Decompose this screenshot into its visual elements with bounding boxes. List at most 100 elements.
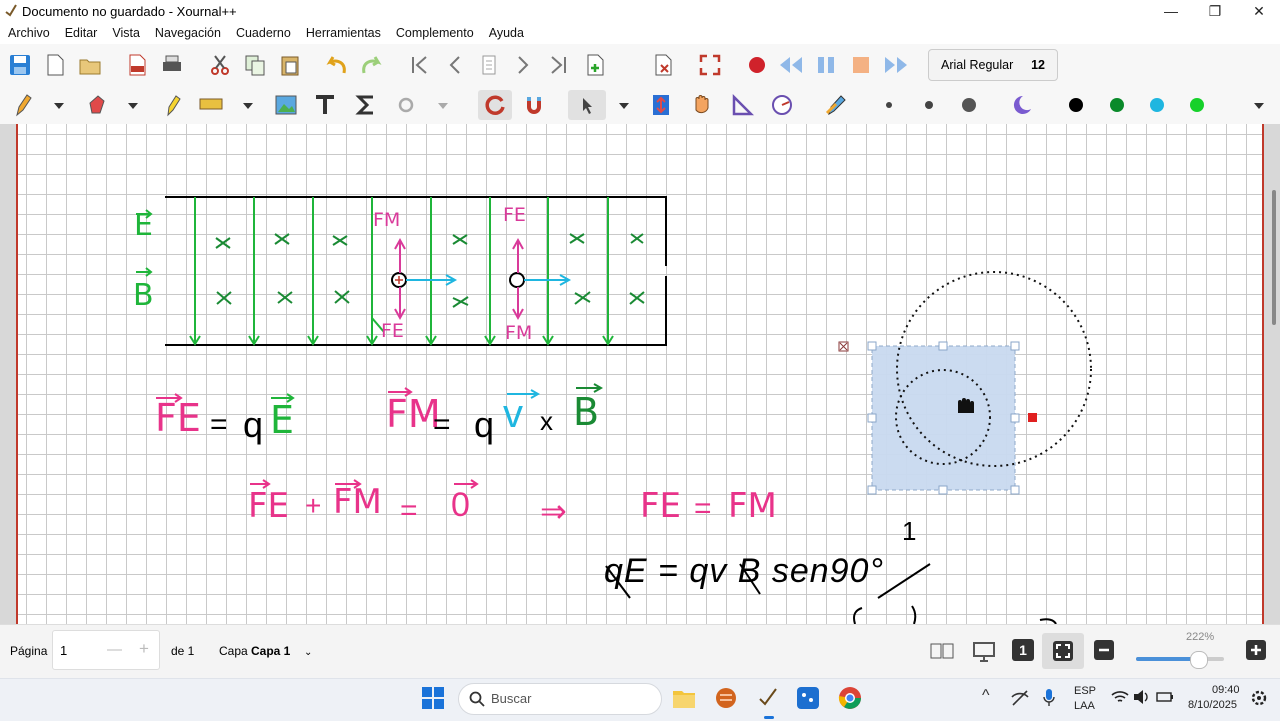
- compass-icon[interactable]: [769, 92, 795, 118]
- first-page-icon[interactable]: [407, 52, 433, 78]
- microphone-icon[interactable]: [1042, 688, 1056, 708]
- page-decrement-button[interactable]: —: [107, 641, 122, 658]
- chevron-down-icon[interactable]: [438, 103, 448, 109]
- size-thick-icon[interactable]: [956, 92, 982, 118]
- vertical-scrollbar[interactable]: [1272, 190, 1276, 325]
- page-number-input[interactable]: 1 — +: [52, 630, 160, 670]
- document-canvas[interactable]: E B FM FE FE FM FE = q E FM = q v x B FE…: [0, 124, 1280, 624]
- menu-archivo[interactable]: Archivo: [8, 26, 50, 40]
- xournal-taskbar-icon[interactable]: [756, 685, 780, 711]
- zoom-slider[interactable]: [1136, 657, 1224, 661]
- print-icon[interactable]: [159, 52, 185, 78]
- volume-icon[interactable]: [1133, 689, 1151, 705]
- dual-page-icon[interactable]: [930, 641, 954, 661]
- color-cyan-icon[interactable]: [1144, 92, 1170, 118]
- chevron-down-icon[interactable]: ⌄: [304, 647, 312, 658]
- presentation-icon[interactable]: [972, 639, 996, 663]
- ruler-icon[interactable]: [198, 92, 224, 118]
- menu-ayuda[interactable]: Ayuda: [489, 26, 524, 40]
- latex-icon[interactable]: [353, 92, 379, 118]
- hand-icon[interactable]: [689, 92, 715, 118]
- fullscreen-icon[interactable]: [697, 52, 723, 78]
- color-green-icon[interactable]: [1104, 92, 1130, 118]
- page-increment-button[interactable]: +: [139, 639, 149, 659]
- zoom-fit-icon[interactable]: [1042, 633, 1084, 669]
- next-page-icon[interactable]: [510, 52, 536, 78]
- highlighter-icon[interactable]: [159, 92, 185, 118]
- language-indicator[interactable]: ESP: [1074, 685, 1096, 697]
- chevron-down-icon[interactable]: [619, 103, 629, 109]
- fill-icon[interactable]: [1010, 92, 1036, 118]
- maximize-button[interactable]: ❐: [1192, 0, 1238, 22]
- keyboard-layout[interactable]: LAA: [1074, 700, 1095, 712]
- minimize-button[interactable]: —: [1148, 0, 1194, 22]
- save-icon[interactable]: [7, 52, 33, 78]
- chevron-down-icon[interactable]: [1254, 103, 1264, 109]
- shape-circle-icon[interactable]: [393, 92, 419, 118]
- size-fine-icon[interactable]: [876, 92, 902, 118]
- size-medium-icon[interactable]: [916, 92, 942, 118]
- select-arrow-icon[interactable]: [568, 90, 606, 120]
- paste-icon[interactable]: [277, 52, 303, 78]
- rewind-icon[interactable]: [778, 52, 804, 78]
- chrome-icon[interactable]: [838, 686, 862, 710]
- setsquare-icon[interactable]: [729, 92, 755, 118]
- zoom-slider-handle[interactable]: [1190, 651, 1208, 669]
- zoom-out-icon[interactable]: [1094, 640, 1114, 660]
- tools-toolbar: [0, 86, 1280, 124]
- open-folder-icon[interactable]: [77, 52, 103, 78]
- new-document-icon[interactable]: [42, 52, 68, 78]
- color-lime-icon[interactable]: [1184, 92, 1210, 118]
- chevron-down-icon[interactable]: [128, 103, 138, 109]
- undo-icon[interactable]: [324, 52, 350, 78]
- record-icon[interactable]: [744, 52, 770, 78]
- export-pdf-icon[interactable]: [124, 52, 150, 78]
- chevron-down-icon[interactable]: [243, 103, 253, 109]
- shape-recognizer-icon[interactable]: [478, 90, 512, 120]
- layer-select[interactable]: Capa 1: [251, 644, 290, 658]
- magnet-icon[interactable]: [521, 92, 547, 118]
- copy-icon[interactable]: [242, 52, 268, 78]
- fast-forward-icon[interactable]: [883, 52, 909, 78]
- notification-settings-icon[interactable]: [1250, 689, 1268, 707]
- windows-start-icon[interactable]: [422, 687, 444, 709]
- clock-date[interactable]: 8/10/2025: [1188, 699, 1237, 711]
- menu-complemento[interactable]: Complemento: [396, 26, 474, 40]
- menu-cuaderno[interactable]: Cuaderno: [236, 26, 291, 40]
- image-icon[interactable]: [273, 92, 299, 118]
- menu-editar[interactable]: Editar: [65, 26, 98, 40]
- previous-page-icon[interactable]: [442, 52, 468, 78]
- delete-page-icon[interactable]: [650, 52, 676, 78]
- stop-icon[interactable]: [848, 52, 874, 78]
- eq3-fm: FM: [333, 482, 382, 522]
- pen-settings-icon[interactable]: [823, 92, 849, 118]
- vertical-space-icon[interactable]: [648, 92, 674, 118]
- redo-icon[interactable]: [358, 52, 384, 78]
- network-off-icon[interactable]: [1010, 689, 1030, 707]
- text-tool-icon[interactable]: [312, 92, 338, 118]
- chevron-down-icon[interactable]: [54, 103, 64, 109]
- eraser-icon[interactable]: [85, 92, 111, 118]
- taskbar-search[interactable]: Buscar: [458, 683, 662, 715]
- last-page-icon[interactable]: [545, 52, 571, 78]
- clock-time[interactable]: 09:40: [1212, 684, 1240, 696]
- pause-icon[interactable]: [813, 52, 839, 78]
- menu-navegacion[interactable]: Navegación: [155, 26, 221, 40]
- color-black-icon[interactable]: [1063, 92, 1089, 118]
- menu-vista[interactable]: Vista: [112, 26, 140, 40]
- pen-icon[interactable]: [10, 92, 36, 118]
- wifi-icon[interactable]: [1111, 689, 1129, 705]
- font-selector-button[interactable]: Arial Regular 12: [928, 49, 1058, 81]
- app-icon[interactable]: [714, 685, 738, 711]
- cut-icon[interactable]: [207, 52, 233, 78]
- goto-page-icon[interactable]: [476, 52, 502, 78]
- chevron-up-icon[interactable]: ^: [982, 687, 990, 705]
- menu-herramientas[interactable]: Herramientas: [306, 26, 381, 40]
- close-button[interactable]: ✕: [1236, 0, 1280, 22]
- battery-icon[interactable]: [1156, 689, 1174, 705]
- file-explorer-icon[interactable]: [672, 687, 696, 709]
- new-page-icon[interactable]: [582, 52, 608, 78]
- zoom-100-icon[interactable]: 1: [1012, 639, 1034, 661]
- zoom-in-icon[interactable]: [1246, 640, 1266, 660]
- app-icon[interactable]: [796, 686, 820, 710]
